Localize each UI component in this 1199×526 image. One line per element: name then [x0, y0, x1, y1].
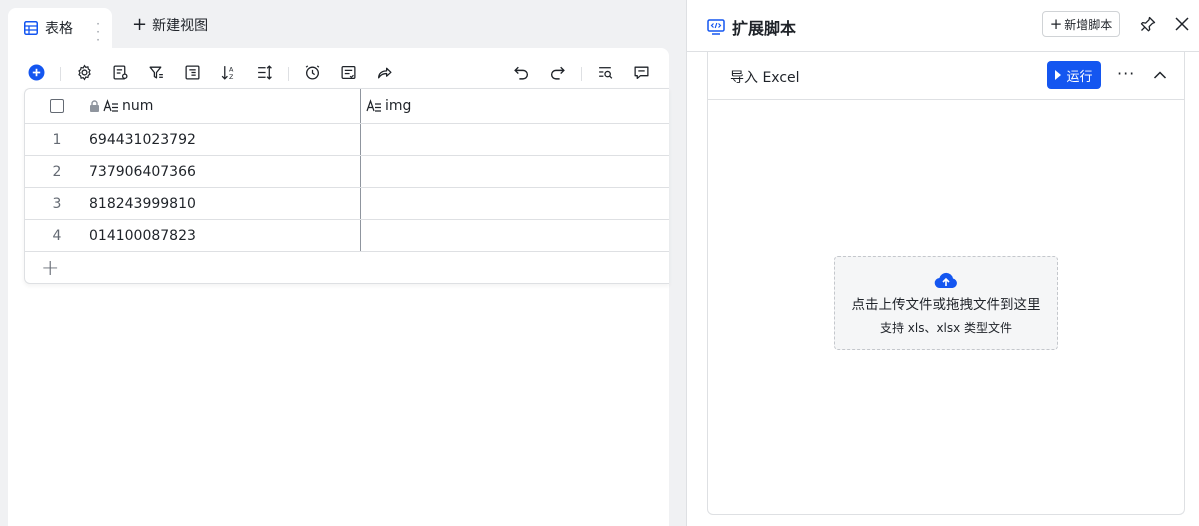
filter-icon[interactable] [144, 60, 168, 84]
sort-icon[interactable]: AZ [216, 60, 240, 84]
data-grid: num img 1 694431023792 2 737906407366 3 … [24, 88, 669, 284]
extension-panel: 扩展脚本 + 新增脚本 导入 Excel 运行 ··· 点击上传文件或拖拽文件到… [686, 0, 1199, 526]
new-view-label: 新建视图 [152, 18, 209, 34]
cell-num[interactable]: 694431023792 [89, 124, 360, 155]
pin-icon[interactable] [1139, 15, 1157, 33]
add-script-label: 新增脚本 [1064, 17, 1113, 32]
run-label: 运行 [1066, 69, 1093, 85]
tab-more-icon[interactable]: · · · [96, 18, 100, 46]
field-settings-icon[interactable] [108, 60, 132, 84]
row-index: 4 [52, 227, 62, 244]
comment-icon[interactable] [629, 60, 653, 84]
play-icon [1055, 70, 1062, 80]
toolbar: AZ [8, 56, 669, 88]
panel-title-label: 扩展脚本 [732, 19, 797, 38]
plus-icon: + [132, 14, 148, 35]
row-height-icon[interactable] [252, 60, 276, 84]
select-all-checkbox[interactable] [50, 99, 64, 113]
table-row[interactable]: 1 694431023792 [25, 124, 669, 156]
settings-icon[interactable] [72, 60, 96, 84]
new-view-button[interactable]: + 新建视图 [132, 15, 208, 35]
plus-icon: + [41, 255, 60, 281]
cell-img[interactable] [360, 156, 669, 187]
cell-img[interactable] [360, 124, 669, 155]
run-button[interactable]: 运行 [1047, 61, 1101, 89]
column-header-num[interactable]: num [89, 89, 360, 123]
tab-table-label: 表格 [45, 21, 73, 37]
close-icon[interactable] [1173, 15, 1191, 33]
more-icon[interactable]: ··· [1117, 64, 1135, 83]
undo-icon[interactable] [509, 60, 533, 84]
table-row[interactable]: 3 818243999810 [25, 188, 669, 220]
grid-header: num img [25, 89, 669, 124]
cell-num[interactable]: 014100087823 [89, 220, 360, 251]
script-title: 导入 Excel [730, 70, 800, 86]
panel-header: 扩展脚本 + 新增脚本 [687, 0, 1199, 52]
redo-icon[interactable] [545, 60, 569, 84]
add-row-button[interactable]: + [25, 252, 669, 283]
text-field-icon [366, 99, 381, 112]
table-icon [24, 21, 38, 35]
lock-icon [90, 100, 99, 112]
share-icon[interactable] [372, 60, 396, 84]
column-label: num [122, 98, 154, 114]
script-card: 导入 Excel 运行 ··· 点击上传文件或拖拽文件到这里 支持 xls、xl… [707, 52, 1185, 515]
script-card-header: 导入 Excel 运行 ··· [708, 52, 1184, 100]
cell-num[interactable]: 737906407366 [89, 156, 360, 187]
script-icon [707, 19, 725, 35]
sheet: AZ num img 1 694431023792 2 737906407366… [8, 48, 669, 526]
row-index: 3 [52, 195, 62, 212]
upload-dropzone[interactable]: 点击上传文件或拖拽文件到这里 支持 xls、xlsx 类型文件 [834, 256, 1058, 350]
table-area: 表格 · · · + 新建视图 AZ num img 1 69443102379… [0, 0, 686, 526]
chevron-up-icon[interactable] [1152, 67, 1168, 83]
group-icon[interactable] [180, 60, 204, 84]
svg-text:Z: Z [229, 72, 234, 80]
row-index: 1 [52, 131, 62, 148]
cloud-upload-icon [934, 272, 957, 288]
select-all-cell[interactable] [25, 89, 89, 123]
form-icon[interactable] [336, 60, 360, 84]
row-index: 2 [52, 163, 62, 180]
panel-title: 扩展脚本 [707, 15, 796, 39]
tab-table[interactable]: 表格 · · · [8, 8, 112, 48]
column-header-img[interactable]: img [360, 89, 669, 123]
table-row[interactable]: 4 014100087823 [25, 220, 669, 252]
search-icon[interactable] [593, 60, 617, 84]
alarm-icon[interactable] [300, 60, 324, 84]
cell-num[interactable]: 818243999810 [89, 188, 360, 219]
table-row[interactable]: 2 737906407366 [25, 156, 669, 188]
add-record-icon[interactable] [24, 60, 48, 84]
column-label: img [385, 98, 412, 114]
upload-main-text: 点击上传文件或拖拽文件到这里 [851, 296, 1041, 313]
upload-sub-text: 支持 xls、xlsx 类型文件 [879, 320, 1013, 335]
text-field-icon [103, 99, 118, 112]
plus-icon: + [1049, 15, 1063, 33]
cell-img[interactable] [360, 188, 669, 219]
add-script-button[interactable]: + 新增脚本 [1042, 11, 1120, 37]
cell-img[interactable] [360, 220, 669, 251]
